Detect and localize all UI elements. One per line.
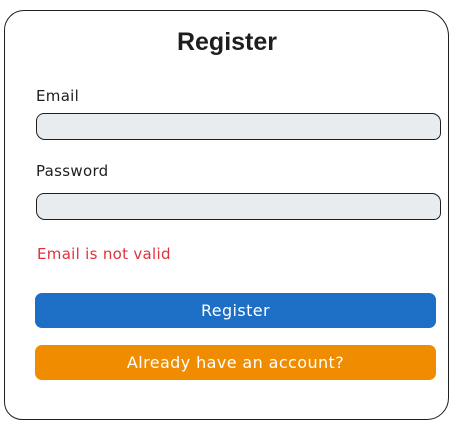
password-field[interactable]: [36, 193, 441, 220]
form-title: Register: [176, 28, 278, 56]
email-label: Email: [36, 87, 80, 105]
email-field[interactable]: [36, 113, 441, 140]
email-error-message: Email is not valid: [37, 245, 171, 263]
already-have-account-button[interactable]: Already have an account?: [35, 345, 436, 380]
register-button[interactable]: Register: [35, 293, 436, 328]
password-label: Password: [36, 162, 109, 180]
